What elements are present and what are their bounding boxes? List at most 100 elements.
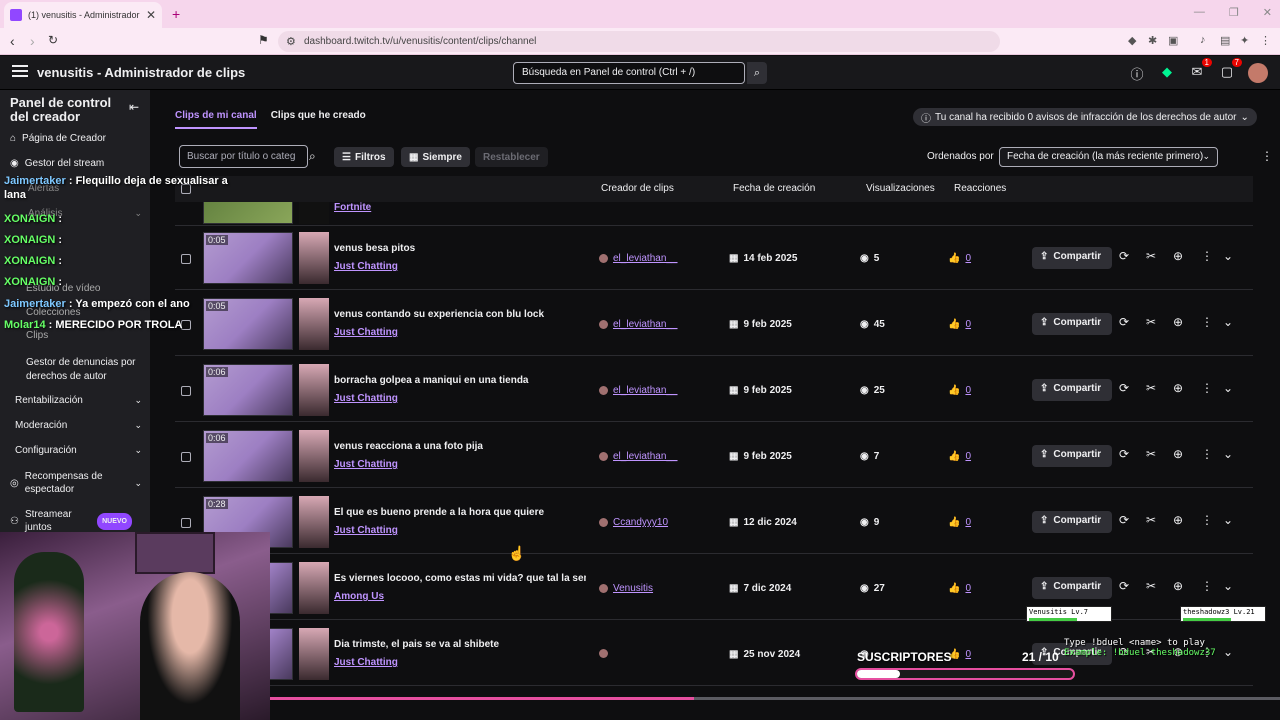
more-options-icon[interactable]: ⋮: [1261, 149, 1273, 163]
chevron-down-icon[interactable]: ⌄: [1223, 579, 1233, 593]
more-options-icon[interactable]: ⋮: [1201, 579, 1213, 593]
table-row[interactable]: 0:06 borracha golpea a maniqui en una tie…: [175, 358, 1253, 422]
scissors-icon[interactable]: ✂: [1146, 381, 1156, 395]
download-icon[interactable]: ⊕: [1173, 513, 1183, 527]
clip-thumbnail[interactable]: 0:06: [203, 430, 293, 482]
puzzle-icon[interactable]: ✱: [1148, 34, 1157, 47]
clip-title[interactable]: Dia trimste, el pais se va al shibete: [334, 639, 586, 650]
share-button[interactable]: ⇪ Compartir: [1032, 445, 1112, 467]
collapse-sidebar-icon[interactable]: ⇤: [129, 100, 139, 114]
clip-reactions[interactable]: 👍 0: [948, 253, 971, 264]
download-icon[interactable]: ⊕: [1173, 315, 1183, 329]
sort-select[interactable]: Fecha de creación (la más reciente prime…: [999, 147, 1218, 167]
reprocess-icon[interactable]: ⟳: [1119, 579, 1129, 593]
new-tab-icon[interactable]: +: [172, 6, 180, 22]
sidepanel-icon[interactable]: ▤: [1220, 34, 1230, 47]
column-reactions[interactable]: Reacciones: [954, 183, 1006, 194]
clip-reactions[interactable]: 👍 0: [948, 517, 971, 528]
filters-button[interactable]: ☰ Filtros: [334, 147, 394, 167]
scissors-icon[interactable]: ✂: [1146, 579, 1156, 593]
chevron-down-icon[interactable]: ⌄: [1223, 447, 1233, 461]
copyright-notice[interactable]: ⓘ Tu canal ha recibido 0 avisos de infra…: [913, 108, 1257, 126]
music-icon[interactable]: ♪: [1200, 34, 1206, 46]
clip-category-link[interactable]: Just Chatting: [334, 327, 398, 338]
chevron-down-icon[interactable]: ⌄: [1223, 249, 1233, 263]
sidebar-item-clips[interactable]: Clips: [10, 330, 142, 341]
more-options-icon[interactable]: ⋮: [1201, 315, 1213, 329]
minimize-icon[interactable]: —: [1194, 6, 1205, 19]
reprocess-icon[interactable]: ⟳: [1119, 513, 1129, 527]
restore-icon[interactable]: ❐: [1229, 6, 1239, 19]
clip-creator-link[interactable]: el_leviathan__: [599, 253, 678, 264]
chevron-down-icon[interactable]: ⌄: [1223, 381, 1233, 395]
share-button[interactable]: ⇪ Compartir: [1032, 577, 1112, 599]
search-icon[interactable]: ⌕: [309, 149, 316, 164]
scissors-icon[interactable]: ✂: [1146, 315, 1156, 329]
table-row[interactable]: Fortnite: [175, 202, 1253, 226]
clip-creator-link[interactable]: el_leviathan__: [599, 385, 678, 396]
clip-category-link[interactable]: Among Us: [334, 591, 384, 602]
share-button[interactable]: ⇪ Compartir: [1032, 379, 1112, 401]
clip-title[interactable]: borracha golpea a maniqui en una tienda: [334, 375, 586, 386]
time-range-button[interactable]: ▦ Siempre: [401, 147, 470, 167]
share-button[interactable]: ⇪ Compartir: [1032, 247, 1112, 269]
row-checkbox[interactable]: [181, 386, 191, 396]
sidebar-item-viewer-rewards[interactable]: ◎ Recompensas de espectador ⌄: [10, 470, 142, 496]
clip-category-link[interactable]: Just Chatting: [334, 261, 398, 272]
video-progress-bar[interactable]: [270, 697, 1280, 700]
close-tab-icon[interactable]: ✕: [146, 8, 156, 22]
clip-reactions[interactable]: 👍 0: [948, 385, 971, 396]
more-options-icon[interactable]: ⋮: [1201, 249, 1213, 263]
extension-icon[interactable]: ◆: [1128, 34, 1136, 47]
scissors-icon[interactable]: ✂: [1146, 447, 1156, 461]
tab-clips-i-created[interactable]: Clips que he creado: [271, 110, 366, 129]
inbox-icon[interactable]: ✉ 1: [1188, 58, 1212, 82]
prime-icon[interactable]: ◆: [1158, 64, 1176, 82]
notifications-icon[interactable]: ▢ 7: [1218, 58, 1242, 82]
reprocess-icon[interactable]: ⟳: [1119, 249, 1129, 263]
browser-tab[interactable]: (1) venusitis - Administrador de ✕: [4, 2, 162, 28]
scissors-icon[interactable]: ✂: [1146, 513, 1156, 527]
camera-icon[interactable]: ▣: [1168, 34, 1178, 47]
row-checkbox[interactable]: [181, 254, 191, 264]
tab-my-channel-clips[interactable]: Clips de mi canal: [175, 110, 257, 129]
ai-icon[interactable]: ✦: [1240, 34, 1249, 47]
sidebar-item-settings[interactable]: Configuración ⌄: [10, 445, 142, 456]
row-checkbox[interactable]: [181, 320, 191, 330]
clip-thumbnail[interactable]: 0:05: [203, 232, 293, 284]
reprocess-icon[interactable]: ⟳: [1119, 381, 1129, 395]
download-icon[interactable]: ⊕: [1173, 249, 1183, 263]
sidebar-item-moderation[interactable]: Moderación ⌄: [10, 420, 142, 431]
clip-reactions[interactable]: 👍 0: [948, 451, 971, 462]
column-creator[interactable]: Creador de clips: [601, 183, 674, 194]
clip-reactions[interactable]: 👍 0: [948, 319, 971, 330]
clip-category-link[interactable]: Just Chatting: [334, 525, 398, 536]
help-icon[interactable]: ⓘ: [1128, 64, 1146, 82]
clip-thumbnail[interactable]: 0:06: [203, 364, 293, 416]
forward-icon[interactable]: ›: [30, 33, 35, 49]
column-views[interactable]: Visualizaciones: [866, 183, 935, 194]
clip-creator-link[interactable]: el_leviathan__: [599, 451, 678, 462]
clip-reactions[interactable]: 👍 0: [948, 583, 971, 594]
table-row[interactable]: 0:28 El que es bueno prende a la hora que…: [175, 490, 1253, 554]
sidebar-item-stream-manager[interactable]: ◉ Gestor del stream: [10, 158, 142, 169]
clip-category-link[interactable]: Just Chatting: [334, 393, 398, 404]
table-row[interactable]: 0:05 venus besa pitos Just Chatting el_levi…: [175, 226, 1253, 290]
row-checkbox[interactable]: [181, 452, 191, 462]
table-row[interactable]: 0:06 venus reacciona a una foto pija Just …: [175, 424, 1253, 488]
share-button[interactable]: ⇪ Compartir: [1032, 511, 1112, 533]
clip-title[interactable]: venus reacciona a una foto pija: [334, 441, 586, 452]
dashboard-search-input[interactable]: Búsqueda en Panel de control (Ctrl + /): [513, 62, 745, 84]
menu-dots-icon[interactable]: ⋮: [1260, 34, 1271, 47]
reprocess-icon[interactable]: ⟳: [1119, 315, 1129, 329]
scissors-icon[interactable]: ✂: [1146, 249, 1156, 263]
column-created-date[interactable]: Fecha de creación: [733, 183, 815, 194]
clip-thumbnail[interactable]: [203, 202, 293, 224]
clip-title[interactable]: venus besa pitos: [334, 243, 586, 254]
sidebar-item-copyright-manager[interactable]: Gestor de denuncias por derechos de auto…: [26, 356, 136, 384]
clip-creator-link[interactable]: Ccandyyy10: [599, 517, 668, 528]
address-bar[interactable]: ⚙ dashboard.twitch.tv/u/venusitis/conten…: [278, 31, 1000, 52]
avatar[interactable]: [1248, 63, 1268, 83]
menu-icon[interactable]: [12, 65, 28, 78]
chevron-down-icon[interactable]: ⌄: [1223, 645, 1233, 659]
